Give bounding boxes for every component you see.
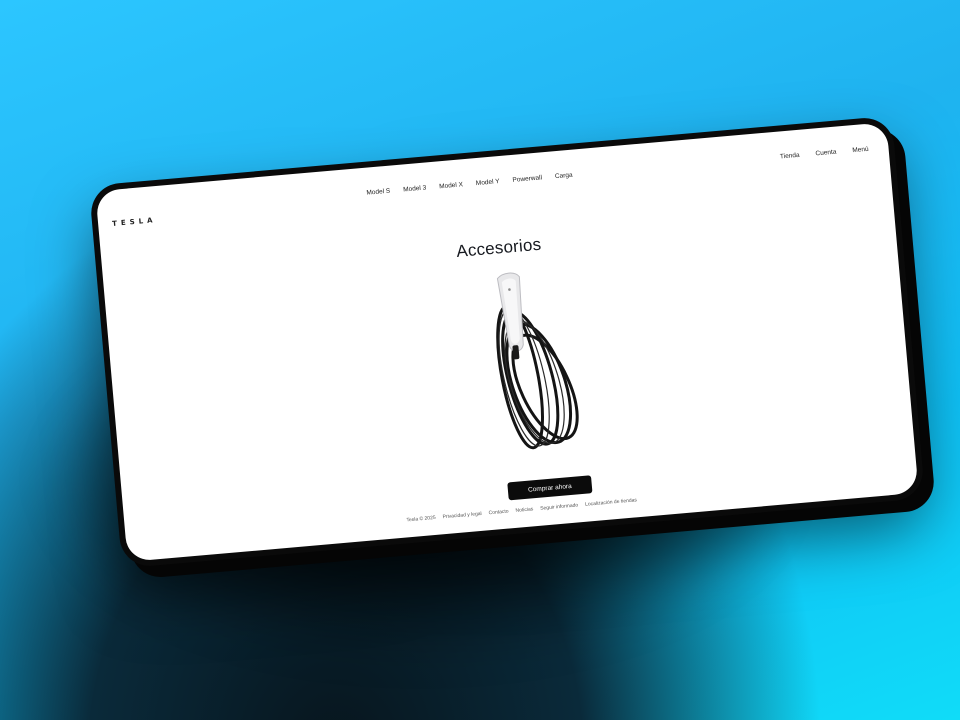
website-screen: TESLA Model S Model 3 Model X Model Y Po… — [95, 122, 919, 562]
nav-item-model-x[interactable]: Model X — [439, 181, 463, 190]
nav-item-menu[interactable]: Menú — [852, 146, 869, 154]
nav-item-powerwall[interactable]: Powerwall — [512, 174, 542, 184]
nav-item-model-3[interactable]: Model 3 — [403, 184, 427, 193]
footer-link-store-locator[interactable]: Localización de tiendas — [585, 497, 637, 508]
footer-link-stay-informed[interactable]: Seguir informado — [540, 502, 578, 511]
buy-now-button[interactable]: Comprar ahora — [507, 475, 593, 501]
nav-item-tienda[interactable]: Tienda — [780, 152, 800, 161]
nav-item-model-y[interactable]: Model Y — [476, 178, 500, 187]
account-nav: Tienda Cuenta Menú — [780, 146, 869, 161]
nav-item-cuenta[interactable]: Cuenta — [815, 149, 836, 158]
footer-link-news[interactable]: Noticias — [515, 506, 533, 514]
tesla-logo[interactable]: TESLA — [112, 216, 157, 228]
wall-connector-icon — [496, 272, 579, 450]
footer-link-contact[interactable]: Contacto — [488, 509, 508, 517]
tablet-device: TESLA Model S Model 3 Model X Model Y Po… — [88, 115, 926, 569]
footer-copyright: Tesla © 2025 — [406, 514, 436, 524]
nav-item-carga[interactable]: Carga — [555, 172, 573, 181]
nav-item-model-s[interactable]: Model S — [366, 188, 390, 197]
main-nav: Model S Model 3 Model X Model Y Powerwal… — [366, 172, 573, 197]
footer-link-privacy[interactable]: Privacidad y legal — [442, 511, 482, 520]
